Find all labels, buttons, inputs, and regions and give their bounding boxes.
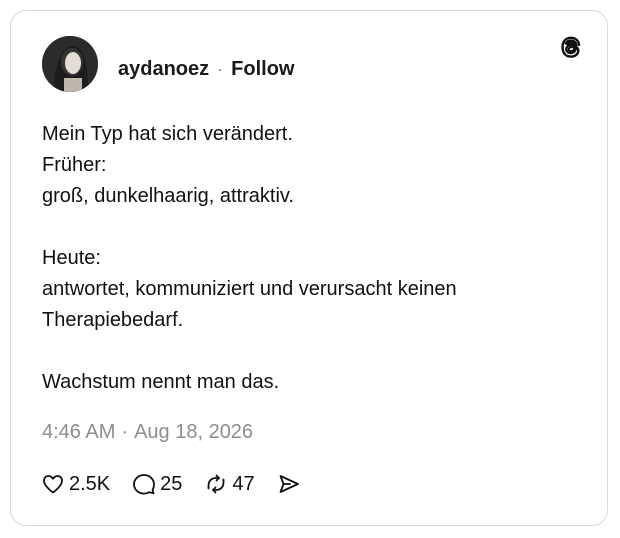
repost-button[interactable]: 47	[204, 472, 255, 496]
post-text-line: antwortet, kommuniziert und verursacht k…	[42, 278, 457, 300]
speech-bubble-icon	[133, 474, 156, 495]
repost-icon	[208, 474, 225, 494]
header-separator: ·	[217, 58, 224, 79]
reply-count: 25	[160, 472, 183, 495]
follow-button[interactable]: Follow	[231, 58, 294, 81]
avatar-image	[42, 36, 98, 92]
post-timestamp[interactable]: 4:46 AM · Aug 18, 2026	[42, 421, 253, 444]
post-text-line: Mein Typ hat sich verändert.	[42, 123, 293, 145]
post-header: aydanoez · Follow	[118, 56, 294, 82]
post-text-line: Therapiebedarf.	[42, 309, 184, 331]
post-text-line: groß, dunkelhaarig, attraktiv.	[42, 185, 294, 207]
post-text: Mein Typ hat sich verändert. Früher: gro…	[42, 119, 582, 398]
post-date: Aug 18, 2026	[134, 421, 254, 443]
post-text-line: Wachstum nennt man das.	[42, 371, 280, 393]
like-count: 2.5K	[69, 472, 111, 495]
post-text-line	[42, 212, 582, 243]
reply-button[interactable]: 25	[132, 472, 182, 496]
threads-logo-icon[interactable]	[557, 33, 585, 61]
like-button[interactable]: 2.5K	[41, 472, 110, 496]
heart-icon	[43, 475, 63, 494]
username[interactable]: aydanoez	[118, 58, 209, 81]
action-bar: 2.5K 25 47	[41, 469, 301, 499]
send-icon	[279, 475, 299, 493]
post-card: aydanoez · Follow Mein Typ hat sich verä…	[10, 10, 608, 526]
repost-count: 47	[232, 472, 255, 495]
post-text-line: Heute:	[42, 247, 101, 269]
timestamp-separator: ·	[121, 421, 129, 443]
post-text-line	[42, 336, 582, 367]
post-time: 4:46 AM	[42, 421, 116, 443]
post-text-line: Früher:	[42, 154, 107, 176]
share-button[interactable]	[277, 472, 301, 496]
avatar[interactable]	[42, 36, 98, 92]
